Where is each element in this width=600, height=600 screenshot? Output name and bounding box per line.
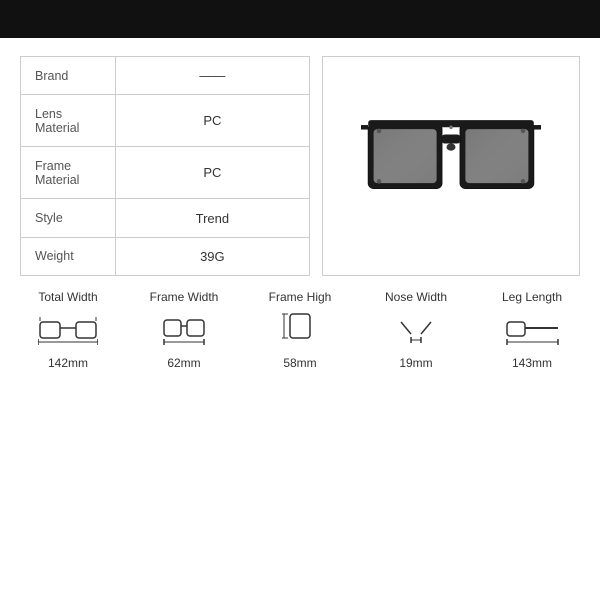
table-label: Weight	[21, 237, 116, 275]
table-value: Trend	[116, 199, 310, 237]
table-label: Brand	[21, 57, 116, 95]
leg-length-icon	[505, 312, 560, 350]
table-label: Lens Material	[21, 95, 116, 147]
dimension-item: Leg Length 143mm	[492, 290, 572, 370]
dimension-item: Frame Width 62mm	[144, 290, 224, 370]
dimensions-section: Total Width 142mm Frame Width 62mm Fr	[10, 290, 590, 370]
table-row: Brand ——	[21, 57, 310, 95]
table-value: PC	[116, 147, 310, 199]
product-info-header	[0, 0, 600, 38]
table-value: PC	[116, 95, 310, 147]
dimension-item: Total Width 142mm	[28, 290, 108, 370]
table-row: Weight 39G	[21, 237, 310, 275]
dimension-item: Nose Width 19mm	[376, 290, 456, 370]
dimension-label: Total Width	[38, 290, 97, 304]
dimension-label: Frame Width	[150, 290, 219, 304]
sunglasses-image	[361, 106, 541, 226]
table-value: 39G	[116, 237, 310, 275]
dimension-label: Nose Width	[385, 290, 447, 304]
dimension-value: 19mm	[399, 356, 432, 370]
table-value: ——	[116, 57, 310, 95]
dimension-value: 58mm	[283, 356, 316, 370]
product-image-box	[322, 56, 580, 276]
main-content: Brand —— Lens Material PC Frame Material…	[20, 56, 580, 276]
table-row: Frame Material PC	[21, 147, 310, 199]
table-row: Lens Material PC	[21, 95, 310, 147]
frame-width-icon	[159, 312, 209, 350]
table-row: Style Trend	[21, 199, 310, 237]
total-width-icon	[38, 312, 98, 350]
dimension-value: 142mm	[48, 356, 88, 370]
table-label: Style	[21, 199, 116, 237]
product-info-table: Brand —— Lens Material PC Frame Material…	[20, 56, 310, 276]
dimension-label: Frame High	[269, 290, 332, 304]
table-label: Frame Material	[21, 147, 116, 199]
frame-high-icon	[280, 312, 320, 350]
nose-width-icon	[396, 312, 436, 350]
dimension-item: Frame High 58mm	[260, 290, 340, 370]
dimension-value: 143mm	[512, 356, 552, 370]
dimension-value: 62mm	[167, 356, 200, 370]
dimension-label: Leg Length	[502, 290, 562, 304]
